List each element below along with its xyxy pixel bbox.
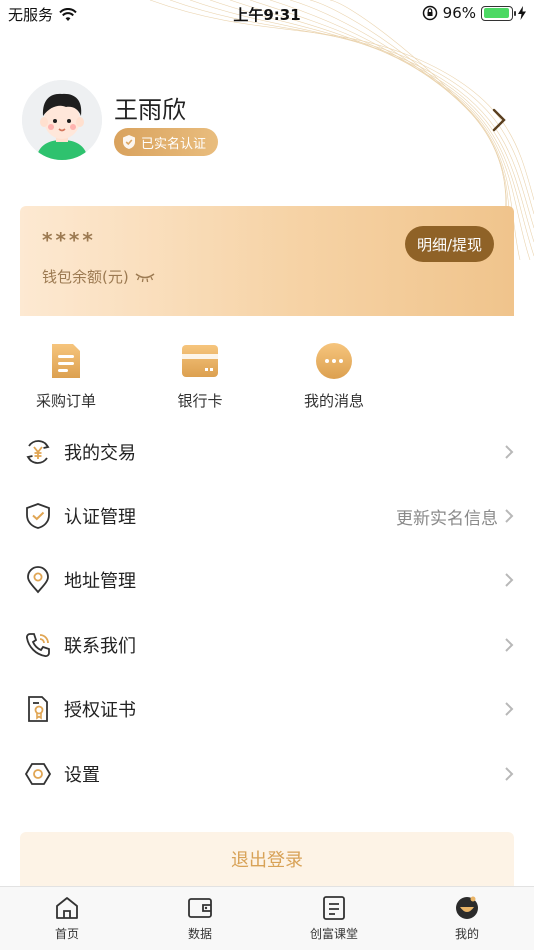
eye-closed-icon[interactable] <box>135 271 155 283</box>
battery-icon <box>481 5 516 21</box>
tab-classroom[interactable]: 创富课堂 <box>284 895 384 942</box>
yuan-exchange-icon <box>26 440 50 464</box>
tab-home[interactable]: 首页 <box>17 895 117 942</box>
chevron-right-icon[interactable] <box>492 108 506 132</box>
chevron-right-icon <box>505 509 514 523</box>
menu-item-label: 我的交易 <box>64 443 136 464</box>
menu-item-contact-us[interactable]: 联系我们 <box>20 613 514 677</box>
bank-card-icon <box>182 345 218 377</box>
wallet-balance-label: 钱包余额(元) <box>42 268 129 286</box>
phone-icon <box>26 633 50 657</box>
quick-action-purchase-orders[interactable]: 采购订单 <box>21 342 111 411</box>
chevron-right-icon <box>505 767 514 781</box>
battery-level-fill <box>483 8 510 18</box>
shield-check-small-icon <box>123 135 135 149</box>
tab-data[interactable]: 数据 <box>150 895 250 942</box>
document-icon <box>52 344 80 378</box>
tab-label: 数据 <box>187 927 212 941</box>
home-icon <box>56 897 78 919</box>
hexagon-settings-icon <box>24 763 52 785</box>
profile-face-icon <box>456 896 478 919</box>
status-right: 96% <box>422 4 526 22</box>
logout-button[interactable]: 退出登录 <box>20 832 514 886</box>
menu-item-label: 授权证书 <box>64 700 136 721</box>
menu-item-label: 地址管理 <box>64 571 136 592</box>
location-pin-icon <box>27 566 49 594</box>
quick-action-label: 银行卡 <box>177 392 223 410</box>
menu-item-label: 联系我们 <box>64 636 136 657</box>
avatar[interactable] <box>22 80 102 160</box>
profile-header[interactable]: 王雨欣 已实名认证 <box>20 80 514 164</box>
chevron-right-icon <box>505 445 514 459</box>
detail-withdraw-button[interactable]: 明细/提现 <box>404 226 494 262</box>
shield-check-icon <box>26 503 50 529</box>
chevron-right-icon <box>505 573 514 587</box>
tab-label: 首页 <box>54 927 79 941</box>
message-icon <box>316 343 352 379</box>
verified-badge-label: 已实名认证 <box>141 136 207 152</box>
wallet-balance-masked: **** <box>42 228 96 252</box>
certificate-icon <box>28 696 48 722</box>
tab-label: 创富课堂 <box>309 927 358 941</box>
chevron-right-icon <box>505 702 514 716</box>
avatar-illustration <box>22 80 102 160</box>
chevron-right-icon <box>505 638 514 652</box>
menu-item-label: 设置 <box>64 765 100 786</box>
orientation-lock-icon <box>422 5 437 21</box>
battery-percent: 96% <box>442 4 476 22</box>
charging-bolt-icon <box>518 6 526 20</box>
user-name: 王雨欣 <box>114 96 186 124</box>
quick-action-label: 我的消息 <box>303 392 364 410</box>
quick-action-bank-card[interactable]: 银行卡 <box>155 342 245 411</box>
wallet-card: **** 钱包余额(元) 明细/提现 <box>20 206 514 316</box>
quick-action-my-messages[interactable]: 我的消息 <box>289 342 379 411</box>
wallet-balance-label-row: 钱包余额(元) <box>42 266 155 287</box>
menu-item-label: 认证管理 <box>64 507 136 528</box>
update-identity-link[interactable]: 更新实名信息 <box>396 504 498 529</box>
bottom-tab-bar: 首页 数据 创富课堂 我的 <box>0 886 534 950</box>
verified-badge: 已实名认证 <box>114 128 219 156</box>
menu-item-address[interactable]: 地址管理 <box>20 548 514 612</box>
book-icon <box>323 896 345 920</box>
menu-item-settings[interactable]: 设置 <box>20 742 514 806</box>
quick-action-label: 采购订单 <box>35 392 96 410</box>
wallet-icon <box>188 898 212 918</box>
menu-item-verification[interactable]: 认证管理 更新实名信息 <box>20 484 514 548</box>
tab-label: 我的 <box>454 927 479 941</box>
status-bar: 无服务 上午9:31 96% <box>0 0 534 28</box>
menu-item-certificate[interactable]: 授权证书 <box>20 677 514 741</box>
menu-item-my-transactions[interactable]: 我的交易 <box>20 420 514 484</box>
tab-mine[interactable]: 我的 <box>417 895 517 942</box>
